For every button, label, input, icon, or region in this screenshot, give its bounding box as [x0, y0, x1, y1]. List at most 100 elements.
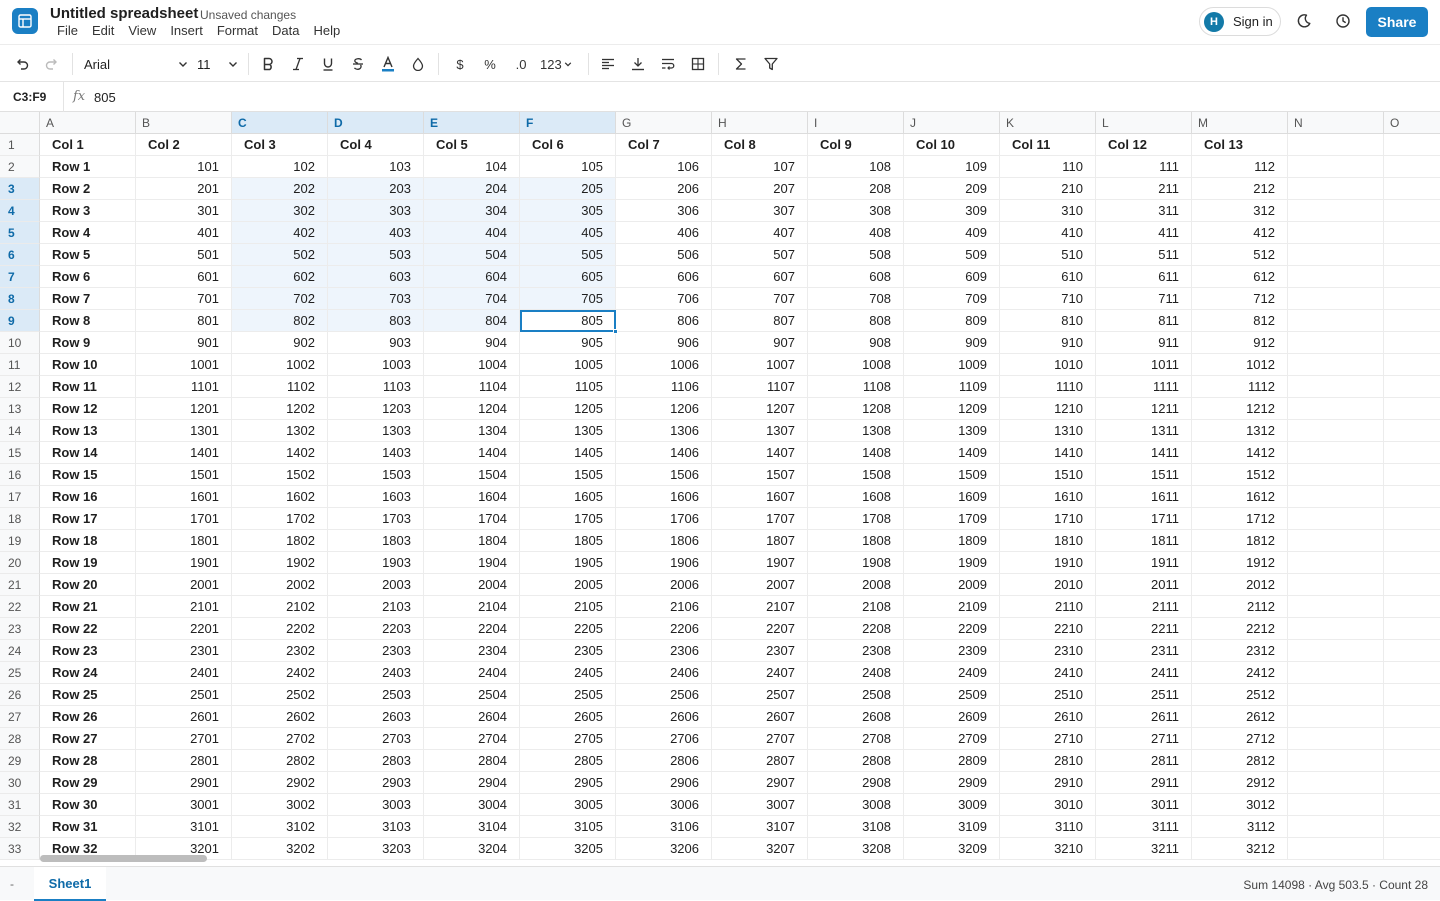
value-cell[interactable]: 1806 — [616, 530, 712, 552]
value-cell[interactable]: 1607 — [712, 486, 808, 508]
value-cell[interactable]: 2307 — [712, 640, 808, 662]
row-header-1[interactable]: 1 — [0, 134, 40, 156]
fill-handle[interactable] — [613, 329, 618, 334]
value-cell[interactable]: 1911 — [1096, 552, 1192, 574]
value-cell[interactable]: 408 — [808, 222, 904, 244]
value-cell[interactable]: 507 — [712, 244, 808, 266]
empty-cell[interactable] — [1384, 508, 1440, 530]
row-label-cell[interactable]: Row 3 — [40, 200, 136, 222]
empty-cell[interactable] — [1288, 706, 1384, 728]
underline-icon[interactable] — [318, 53, 338, 75]
empty-cell[interactable] — [1288, 794, 1384, 816]
value-cell[interactable]: 1412 — [1192, 442, 1288, 464]
value-cell[interactable]: 1110 — [1000, 376, 1096, 398]
value-cell[interactable]: 109 — [904, 156, 1000, 178]
value-cell[interactable]: 1701 — [136, 508, 232, 530]
empty-cell[interactable] — [1384, 750, 1440, 772]
value-cell[interactable]: 2309 — [904, 640, 1000, 662]
value-cell[interactable]: 210 — [1000, 178, 1096, 200]
value-cell[interactable]: 2111 — [1096, 596, 1192, 618]
value-cell[interactable]: 1111 — [1096, 376, 1192, 398]
value-cell[interactable]: 1207 — [712, 398, 808, 420]
value-cell[interactable]: 1910 — [1000, 552, 1096, 574]
value-cell[interactable]: 2905 — [520, 772, 616, 794]
value-cell[interactable]: 3010 — [1000, 794, 1096, 816]
empty-cell[interactable] — [1384, 178, 1440, 200]
value-cell[interactable]: 201 — [136, 178, 232, 200]
value-cell[interactable]: 1803 — [328, 530, 424, 552]
header-cell[interactable]: Col 7 — [616, 134, 712, 156]
empty-cell[interactable] — [1384, 332, 1440, 354]
value-cell[interactable]: 1608 — [808, 486, 904, 508]
row-header-25[interactable]: 25 — [0, 662, 40, 684]
value-cell[interactable]: 3109 — [904, 816, 1000, 838]
value-cell[interactable]: 606 — [616, 266, 712, 288]
value-cell[interactable]: 2305 — [520, 640, 616, 662]
value-cell[interactable]: 2009 — [904, 574, 1000, 596]
value-cell[interactable]: 2007 — [712, 574, 808, 596]
value-cell[interactable]: 605 — [520, 266, 616, 288]
empty-cell[interactable] — [1384, 310, 1440, 332]
value-cell[interactable]: 305 — [520, 200, 616, 222]
empty-cell[interactable] — [1288, 728, 1384, 750]
active-cell[interactable]: 805 — [520, 310, 616, 332]
value-cell[interactable]: 1004 — [424, 354, 520, 376]
row-header-31[interactable]: 31 — [0, 794, 40, 816]
value-cell[interactable]: 502 — [232, 244, 328, 266]
value-cell[interactable]: 712 — [1192, 288, 1288, 310]
value-cell[interactable]: 2903 — [328, 772, 424, 794]
value-cell[interactable]: 2401 — [136, 662, 232, 684]
value-cell[interactable]: 1109 — [904, 376, 1000, 398]
value-cell[interactable]: 707 — [712, 288, 808, 310]
font-size-select[interactable]: 11 — [194, 52, 242, 76]
value-cell[interactable]: 2002 — [232, 574, 328, 596]
value-cell[interactable]: 409 — [904, 222, 1000, 244]
row-label-cell[interactable]: Row 13 — [40, 420, 136, 442]
row-header-20[interactable]: 20 — [0, 552, 40, 574]
empty-cell[interactable] — [1288, 310, 1384, 332]
column-header-m[interactable]: M — [1192, 112, 1288, 134]
value-cell[interactable]: 2210 — [1000, 618, 1096, 640]
header-cell[interactable]: Col 12 — [1096, 134, 1192, 156]
value-cell[interactable]: 2806 — [616, 750, 712, 772]
value-cell[interactable]: 1011 — [1096, 354, 1192, 376]
value-cell[interactable]: 307 — [712, 200, 808, 222]
value-cell[interactable]: 806 — [616, 310, 712, 332]
value-cell[interactable]: 104 — [424, 156, 520, 178]
value-cell[interactable]: 612 — [1192, 266, 1288, 288]
value-cell[interactable]: 1611 — [1096, 486, 1192, 508]
row-label-cell[interactable]: Row 2 — [40, 178, 136, 200]
row-header-21[interactable]: 21 — [0, 574, 40, 596]
value-cell[interactable]: 1510 — [1000, 464, 1096, 486]
value-cell[interactable]: 1904 — [424, 552, 520, 574]
row-label-cell[interactable]: Row 5 — [40, 244, 136, 266]
value-cell[interactable]: 1009 — [904, 354, 1000, 376]
value-cell[interactable]: 106 — [616, 156, 712, 178]
font-family-select[interactable]: Arial — [78, 52, 192, 76]
scrollbar-thumb[interactable] — [40, 855, 207, 862]
value-cell[interactable]: 2705 — [520, 728, 616, 750]
align-left-icon[interactable] — [598, 53, 618, 75]
value-cell[interactable]: 710 — [1000, 288, 1096, 310]
fill-color-icon[interactable] — [408, 53, 428, 75]
value-cell[interactable]: 2202 — [232, 618, 328, 640]
value-cell[interactable]: 2811 — [1096, 750, 1192, 772]
value-cell[interactable]: 2601 — [136, 706, 232, 728]
horizontal-scrollbar[interactable] — [40, 852, 1426, 864]
row-header-16[interactable]: 16 — [0, 464, 40, 486]
value-cell[interactable]: 1703 — [328, 508, 424, 530]
value-cell[interactable]: 610 — [1000, 266, 1096, 288]
column-header-i[interactable]: I — [808, 112, 904, 134]
value-cell[interactable]: 905 — [520, 332, 616, 354]
header-cell[interactable]: Col 8 — [712, 134, 808, 156]
value-cell[interactable]: 2503 — [328, 684, 424, 706]
value-cell[interactable]: 2101 — [136, 596, 232, 618]
column-header-f[interactable]: F — [520, 112, 616, 134]
value-cell[interactable]: 308 — [808, 200, 904, 222]
value-cell[interactable]: 1104 — [424, 376, 520, 398]
value-cell[interactable]: 1903 — [328, 552, 424, 574]
value-cell[interactable]: 407 — [712, 222, 808, 244]
value-cell[interactable]: 2709 — [904, 728, 1000, 750]
value-cell[interactable]: 3004 — [424, 794, 520, 816]
value-cell[interactable]: 2106 — [616, 596, 712, 618]
